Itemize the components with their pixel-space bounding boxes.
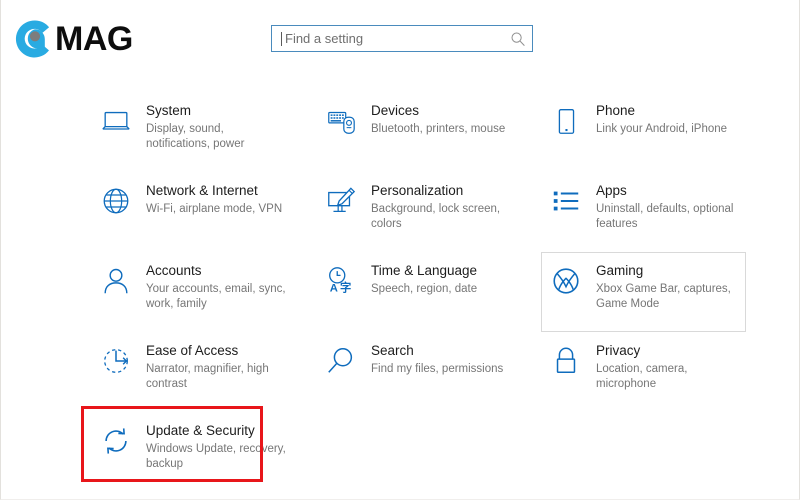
- tile-subtitle: Location, camera, microphone: [596, 362, 739, 391]
- tile-subtitle: Find my files, permissions: [371, 362, 503, 377]
- svg-text:字: 字: [340, 280, 351, 294]
- phone-icon: [549, 104, 583, 138]
- settings-tile-privacy[interactable]: Privacy Location, camera, microphone: [541, 332, 746, 412]
- svg-text:A: A: [330, 282, 338, 294]
- settings-tile-network-internet[interactable]: Network & Internet Wi-Fi, airplane mode,…: [91, 172, 296, 252]
- settings-category-grid: System Display, sound, notifications, po…: [91, 92, 771, 492]
- tile-subtitle: Narrator, magnifier, high contrast: [146, 362, 289, 391]
- settings-tile-update-security[interactable]: Update & Security Windows Update, recove…: [91, 412, 296, 492]
- search-input[interactable]: [285, 31, 510, 46]
- personalization-brush-icon: [324, 184, 358, 218]
- tile-text: Privacy Location, camera, microphone: [596, 342, 739, 391]
- search-setting-box[interactable]: [271, 25, 533, 52]
- ease-of-access-icon: [99, 344, 133, 378]
- settings-tile-phone[interactable]: Phone Link your Android, iPhone: [541, 92, 746, 172]
- lock-icon: [549, 344, 583, 378]
- settings-home-page: MAG System: [0, 0, 800, 500]
- update-sync-icon: [99, 424, 133, 458]
- logo-wordmark: MAG: [55, 22, 133, 56]
- tile-text: Accounts Your accounts, email, sync, wor…: [146, 262, 289, 311]
- tile-title: Privacy: [596, 343, 739, 359]
- xbox-icon: [549, 264, 583, 298]
- magnifier-icon: [324, 344, 358, 378]
- devices-icon: [324, 104, 358, 138]
- text-caret: [281, 32, 282, 46]
- tile-text: Personalization Background, lock screen,…: [371, 182, 514, 231]
- tile-subtitle: Background, lock screen, colors: [371, 202, 514, 231]
- c-circle-logo-icon: [13, 17, 57, 61]
- settings-tile-apps[interactable]: Apps Uninstall, defaults, optional featu…: [541, 172, 746, 252]
- settings-tile-search[interactable]: Search Find my files, permissions: [316, 332, 521, 412]
- settings-tile-ease-of-access[interactable]: Ease of Access Narrator, magnifier, high…: [91, 332, 296, 412]
- tile-title: Search: [371, 343, 503, 359]
- tile-subtitle: Windows Update, recovery, backup: [146, 442, 289, 471]
- tile-title: Devices: [371, 103, 505, 119]
- tile-text: Search Find my files, permissions: [371, 342, 503, 377]
- tile-text: Apps Uninstall, defaults, optional featu…: [596, 182, 739, 231]
- settings-tile-time-language[interactable]: A 字 Time & Language Speech, region, date: [316, 252, 521, 332]
- tile-text: Update & Security Windows Update, recove…: [146, 422, 289, 471]
- tile-title: Accounts: [146, 263, 289, 279]
- search-icon[interactable]: [510, 31, 526, 47]
- tile-title: Apps: [596, 183, 739, 199]
- clock-language-icon: A 字: [324, 264, 358, 298]
- tile-subtitle: Your accounts, email, sync, work, family: [146, 282, 289, 311]
- tile-text: Network & Internet Wi-Fi, airplane mode,…: [146, 182, 282, 217]
- tile-text: Time & Language Speech, region, date: [371, 262, 477, 297]
- tile-title: Network & Internet: [146, 183, 282, 199]
- page-header: MAG: [1, 0, 799, 78]
- tile-subtitle: Bluetooth, printers, mouse: [371, 122, 505, 137]
- tile-subtitle: Speech, region, date: [371, 282, 477, 297]
- tile-subtitle: Uninstall, defaults, optional features: [596, 202, 739, 231]
- person-icon: [99, 264, 133, 298]
- settings-tile-gaming[interactable]: Gaming Xbox Game Bar, captures, Game Mod…: [541, 252, 746, 332]
- tile-title: Update & Security: [146, 423, 289, 439]
- settings-tile-system[interactable]: System Display, sound, notifications, po…: [91, 92, 296, 172]
- tile-text: Gaming Xbox Game Bar, captures, Game Mod…: [596, 262, 739, 311]
- tile-text: Phone Link your Android, iPhone: [596, 102, 727, 137]
- tile-text: Devices Bluetooth, printers, mouse: [371, 102, 505, 137]
- settings-tile-accounts[interactable]: Accounts Your accounts, email, sync, wor…: [91, 252, 296, 332]
- tile-title: Gaming: [596, 263, 739, 279]
- site-logo[interactable]: MAG: [13, 16, 133, 62]
- tile-text: System Display, sound, notifications, po…: [146, 102, 289, 151]
- settings-tile-personalization[interactable]: Personalization Background, lock screen,…: [316, 172, 521, 252]
- apps-list-icon: [549, 184, 583, 218]
- tile-title: Phone: [596, 103, 727, 119]
- settings-tile-devices[interactable]: Devices Bluetooth, printers, mouse: [316, 92, 521, 172]
- tile-subtitle: Wi-Fi, airplane mode, VPN: [146, 202, 282, 217]
- globe-icon: [99, 184, 133, 218]
- tile-text: Ease of Access Narrator, magnifier, high…: [146, 342, 289, 391]
- laptop-icon: [99, 104, 133, 138]
- tile-title: Ease of Access: [146, 343, 289, 359]
- tile-subtitle: Link your Android, iPhone: [596, 122, 727, 137]
- tile-subtitle: Display, sound, notifications, power: [146, 122, 289, 151]
- tile-title: Personalization: [371, 183, 514, 199]
- tile-subtitle: Xbox Game Bar, captures, Game Mode: [596, 282, 739, 311]
- tile-title: System: [146, 103, 289, 119]
- tile-title: Time & Language: [371, 263, 477, 279]
